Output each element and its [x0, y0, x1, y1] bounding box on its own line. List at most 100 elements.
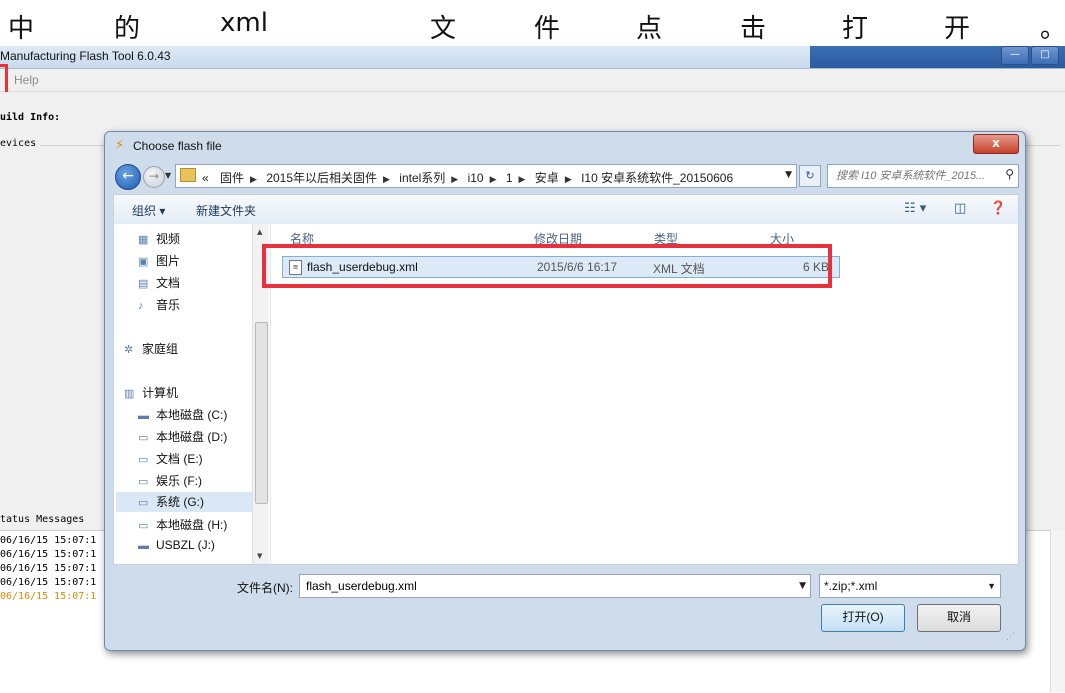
nav-item-label: 文档 (E:): [156, 452, 203, 466]
scroll-up-icon[interactable]: ▲: [257, 228, 262, 236]
address-bar[interactable]: « 固件 ▶ 2015年以后相关固件 ▶ intel系列 ▶ i10 ▶ 1 ▶ 安卓 ▶ …: [175, 164, 797, 188]
nav-item-label: 本地磁盘 (H:): [156, 518, 228, 532]
scroll-down-icon[interactable]: ▼: [257, 552, 262, 560]
maximize-button[interactable]: □: [1031, 46, 1059, 65]
breadcrumb: « 固件 ▶ 2015年以后相关固件 ▶ intel系列 ▶ i10 ▶ 1 ▶ 安卓 ▶ …: [202, 169, 733, 186]
breadcrumb-item[interactable]: 2015年以后相关固件: [266, 171, 377, 185]
breadcrumb-item[interactable]: I10 安卓系统软件_20150606: [581, 171, 733, 185]
caption-char: 文: [430, 14, 457, 44]
cancel-button[interactable]: 取消: [917, 604, 1001, 632]
nav-item-label: 娱乐 (F:): [156, 474, 202, 488]
chevron-right-icon[interactable]: ▶: [565, 174, 572, 184]
caption-text: 中 的 xml 文 件 点 击 打 开 。: [0, 0, 1065, 46]
document-icon: ▤: [138, 278, 149, 290]
status-line: 06/16/15 15:07:1: [0, 535, 97, 546]
dialog-toolbar: 组织 ▾ 新建文件夹 ☷ ▾ ◫ ❓: [113, 194, 1019, 225]
scrollbar-thumb[interactable]: [255, 322, 268, 504]
nav-item-label: 系统 (G:): [156, 495, 204, 509]
status-line: 06/16/15 15:07:1: [0, 577, 97, 588]
nav-item-label: 本地磁盘 (C:): [156, 408, 228, 422]
nav-item-video[interactable]: ▦ 视频: [138, 230, 180, 247]
nav-item-documents[interactable]: ▤ 文档: [138, 274, 180, 291]
address-dropdown-icon[interactable]: ▼: [785, 170, 792, 180]
resize-grip-icon[interactable]: ⋰: [1006, 632, 1015, 642]
computer-icon: ▥: [124, 388, 135, 400]
filename-field[interactable]: ▼: [299, 574, 811, 598]
choose-flash-file-dialog: ⚡ Choose flash file x ← → ▼ « 固件 ▶ 2015年以…: [104, 131, 1026, 651]
filetype-dropdown-icon[interactable]: ▼: [987, 581, 996, 591]
address-row: ← → ▼ « 固件 ▶ 2015年以后相关固件 ▶ intel系列 ▶ i10 ▶ 1…: [113, 162, 1019, 190]
search-icon[interactable]: ⚲: [1005, 167, 1014, 181]
breadcrumb-overflow[interactable]: «: [202, 171, 209, 185]
drive-icon: ▭: [138, 454, 149, 466]
nav-item-label: 音乐: [156, 298, 181, 312]
nav-item-music[interactable]: ♪ 音乐: [138, 296, 180, 313]
nav-item-computer[interactable]: ▥ 计算机: [124, 384, 178, 401]
search-input[interactable]: [834, 167, 993, 185]
nav-item-label: 家庭组: [142, 342, 179, 356]
status-line: 06/16/15 15:07:1: [0, 563, 97, 574]
nav-item-drive-e[interactable]: ▭ 文档 (E:): [138, 450, 203, 467]
nav-item-drive-j[interactable]: ▬ USBZL (J:): [138, 538, 215, 552]
chevron-right-icon[interactable]: ▶: [250, 174, 257, 184]
filetype-select[interactable]: *.zip;*.xml ▼: [819, 574, 1001, 598]
filename-input[interactable]: [304, 578, 788, 594]
nav-item-label: 本地磁盘 (D:): [156, 430, 228, 444]
close-button[interactable]: x: [973, 134, 1019, 154]
nav-item-drive-g[interactable]: ▭ 系统 (G:): [116, 492, 266, 512]
breadcrumb-item[interactable]: intel系列: [399, 171, 445, 185]
breadcrumb-item[interactable]: 1: [506, 171, 513, 185]
back-button[interactable]: ←: [115, 164, 141, 190]
dialog-title: Choose flash file: [133, 139, 222, 153]
new-folder-button[interactable]: 新建文件夹: [196, 202, 256, 219]
nav-item-drive-d[interactable]: ▭ 本地磁盘 (D:): [138, 428, 227, 445]
refresh-button[interactable]: ↻: [799, 165, 821, 187]
status-messages-label: tatus Messages: [0, 514, 85, 525]
app-title: Manufacturing Flash Tool 6.0.43: [0, 49, 171, 63]
filename-dropdown-icon[interactable]: ▼: [799, 581, 806, 591]
nav-item-drive-f[interactable]: ▭ 娱乐 (F:): [138, 472, 202, 489]
search-box[interactable]: ⚲: [827, 164, 1019, 188]
open-button[interactable]: 打开(O): [821, 604, 905, 632]
help-icon[interactable]: ❓: [990, 201, 1006, 216]
app-menu-bar: Help: [0, 69, 1065, 92]
breadcrumb-item[interactable]: 固件: [220, 171, 244, 185]
dialog-title-bar: ⚡ Choose flash file x: [105, 132, 1025, 160]
filename-label: 文件名(N):: [237, 581, 293, 595]
menu-help[interactable]: Help: [14, 73, 39, 87]
organize-button[interactable]: 组织 ▾: [132, 202, 165, 219]
lightning-icon: ⚡: [115, 138, 125, 153]
app-title-bar: Manufacturing Flash Tool 6.0.43 — □: [0, 46, 1065, 69]
chevron-right-icon[interactable]: ▶: [519, 174, 526, 184]
breadcrumb-item[interactable]: i10: [468, 171, 484, 185]
status-scrollbar[interactable]: [1050, 530, 1065, 692]
caption-char: 开: [944, 14, 971, 44]
picture-icon: ▣: [138, 256, 149, 268]
nav-item-label: 视频: [156, 232, 181, 246]
minimize-button[interactable]: —: [1001, 46, 1029, 65]
chevron-right-icon[interactable]: ▶: [451, 174, 458, 184]
drive-icon: ▭: [138, 476, 149, 488]
history-dropdown-icon[interactable]: ▼: [165, 171, 171, 180]
nav-item-drive-c[interactable]: ▬ 本地磁盘 (C:): [138, 406, 227, 423]
forward-button[interactable]: →: [143, 166, 165, 188]
nav-item-homegroup[interactable]: ✲ 家庭组: [124, 340, 178, 357]
nav-item-label: 计算机: [142, 386, 179, 400]
preview-pane-icon[interactable]: ◫: [954, 201, 966, 216]
nav-item-drive-h[interactable]: ▭ 本地磁盘 (H:): [138, 516, 227, 533]
devices-label: evices: [0, 138, 37, 149]
drive-icon: ▭: [138, 520, 149, 532]
status-line-warning: 06/16/15 15:07:1: [0, 591, 97, 602]
drive-icon: ▭: [138, 497, 149, 509]
nav-item-pictures[interactable]: ▣ 图片: [138, 252, 180, 269]
usb-icon: ▬: [138, 540, 149, 552]
navigation-pane: ▦ 视频 ▣ 图片 ▤ 文档 ♪ 音乐 ✲ 家庭组 ▥ 计算机 ▬ 本地磁盘 (C:) ▭ 本地…: [114, 224, 270, 564]
chevron-right-icon[interactable]: ▶: [383, 174, 390, 184]
nav-item-label: 文档: [156, 276, 181, 290]
dialog-footer: 文件名(N): ▼ *.zip;*.xml ▼ 打开(O) 取消 ⋰: [113, 564, 1017, 644]
chevron-right-icon[interactable]: ▶: [490, 174, 497, 184]
breadcrumb-item[interactable]: 安卓: [535, 171, 559, 185]
caption-char: 件: [534, 14, 561, 44]
highlight-box: [262, 244, 832, 288]
view-options-icon[interactable]: ☷ ▾: [904, 201, 926, 216]
